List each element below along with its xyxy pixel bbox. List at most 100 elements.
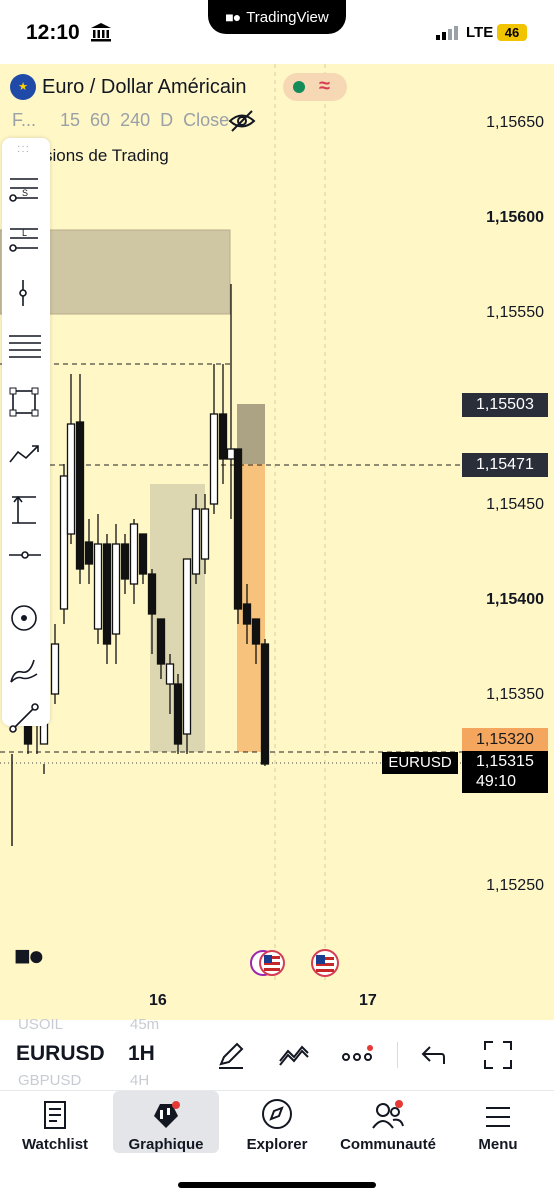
brush-icon[interactable] <box>8 656 44 692</box>
interval-selector[interactable]: 1H <box>128 1042 155 1066</box>
trend-arrow-icon[interactable] <box>8 440 44 476</box>
interval-60[interactable]: 60 <box>90 110 110 131</box>
interval-f[interactable]: F... <box>12 110 36 131</box>
candle-body <box>173 683 183 745</box>
interval-d[interactable]: D <box>160 110 173 131</box>
settings-s-icon[interactable]: S <box>8 174 44 210</box>
bar-countdown: 49:10 <box>476 773 517 790</box>
nav-label: Watchlist <box>21 1136 89 1153</box>
indicator-label[interactable]: sions de Trading <box>44 146 169 166</box>
x-tick-label: 17 <box>359 992 377 1009</box>
nav-graphique[interactable]: Graphique <box>113 1091 219 1153</box>
price-box-15471: 1,15471 <box>462 453 548 477</box>
approx-wave-icon: ≈ <box>319 75 330 97</box>
nav-label: Graphique <box>128 1136 204 1153</box>
candle-body <box>191 508 201 575</box>
tradingview-logo-icon: ■● <box>14 940 45 971</box>
trendline-icon[interactable] <box>8 702 44 738</box>
svg-text:S: S <box>22 188 28 198</box>
candle-body <box>260 643 270 765</box>
tradingview-mark-icon: ■● <box>225 9 241 25</box>
candle-body <box>120 543 130 580</box>
symbol-selector[interactable]: EURUSD <box>16 1042 105 1066</box>
nav-explorer[interactable]: Explorer <box>240 1091 314 1153</box>
candle-body <box>138 533 148 575</box>
candle-body <box>226 448 236 460</box>
interval-row: F... 15 60 240 D Close <box>12 110 229 131</box>
ios-status-bar: 12:10 ■● TradingView LTE 46 <box>0 0 554 64</box>
settings-l-icon[interactable]: L <box>8 224 44 260</box>
candle-body <box>218 413 228 460</box>
candle-body <box>59 475 69 610</box>
candle-body <box>111 543 121 635</box>
candle-body <box>75 421 85 570</box>
candle-body <box>66 423 76 535</box>
market-status-pill[interactable]: ≈ <box>283 73 347 101</box>
vertical-tick-icon[interactable] <box>8 278 44 314</box>
drag-grip-icon[interactable]: ··· ··· <box>17 142 30 157</box>
candle-body <box>84 541 94 565</box>
interval-240[interactable]: 240 <box>120 110 150 131</box>
candle-body <box>209 413 219 505</box>
home-indicator <box>178 1182 376 1188</box>
hamburger-icon <box>486 1107 510 1127</box>
candlestick-series <box>23 284 270 774</box>
nav-menu[interactable]: Menu <box>470 1091 526 1153</box>
island-app-name: TradingView <box>246 8 329 26</box>
battery-indicator: 46 <box>497 24 527 41</box>
price-chart[interactable]: ★ Euro / Dollar Américain ≈ F... 15 60 2… <box>0 64 554 1020</box>
y-tick-label: 1,15600 <box>486 209 544 226</box>
indicators-icon[interactable] <box>277 1038 311 1072</box>
chart-icon <box>154 1101 180 1128</box>
dynamic-island: ■● TradingView <box>208 0 346 34</box>
fullscreen-icon[interactable] <box>481 1038 515 1072</box>
candle-body <box>242 603 252 625</box>
drawing-toolbar: ··· ··· S L <box>2 138 50 733</box>
toolbar-divider <box>397 1042 398 1068</box>
signal-icon <box>436 26 460 45</box>
nav-communaute[interactable]: Communauté <box>334 1091 442 1153</box>
svg-text:L: L <box>22 228 27 238</box>
interval-15[interactable]: 15 <box>60 110 80 131</box>
candle-body <box>233 448 243 610</box>
y-tick-label: 1,15550 <box>486 304 544 321</box>
candle-body <box>147 573 157 615</box>
ghost-interval: 45m <box>130 1016 160 1033</box>
candle-body <box>50 643 60 695</box>
nav-label: Communauté <box>340 1136 436 1153</box>
ghost-symbol: USOIL <box>18 1016 64 1033</box>
bank-icon <box>90 22 112 47</box>
candle-body <box>102 543 112 645</box>
undo-icon[interactable] <box>416 1038 450 1072</box>
app-root: 12:10 ■● TradingView LTE 46 ★ Euro / Dol… <box>0 0 554 1199</box>
y-tick-label: 1,15350 <box>486 686 544 703</box>
symbol-header[interactable]: ★ Euro / Dollar Américain <box>10 74 247 100</box>
rectangle-icon[interactable] <box>8 386 44 422</box>
y-tick-label: 1,15400 <box>486 591 544 608</box>
interval-close[interactable]: Close <box>183 110 229 131</box>
candle-body <box>200 508 210 560</box>
candle-body <box>93 543 103 630</box>
pencil-icon[interactable] <box>214 1038 248 1072</box>
last-price: 1,15315 <box>476 753 534 770</box>
watchlist-icon <box>44 1101 66 1129</box>
compass-icon <box>262 1099 292 1129</box>
y-tick-label: 1,15450 <box>486 496 544 513</box>
chart-canvas[interactable] <box>0 64 554 1020</box>
more-options-icon[interactable] <box>340 1038 374 1072</box>
symbol-price-tag: EURUSD <box>382 752 458 774</box>
ghost-interval: 4H <box>130 1072 150 1089</box>
symbol-toolbar: USOIL 45m EURUSD 1H GBPUSD 4H <box>0 1016 554 1090</box>
last-price-box: 1,15315 49:10 <box>462 751 548 793</box>
x-tick-label: 16 <box>149 992 167 1009</box>
circle-target-icon[interactable] <box>8 602 44 638</box>
network-type: LTE <box>466 24 494 41</box>
symbol-title[interactable]: Euro / Dollar Américain <box>42 76 247 99</box>
range-measure-icon[interactable] <box>8 494 44 530</box>
price-box-15503: 1,15503 <box>462 393 548 417</box>
nav-watchlist[interactable]: Watchlist <box>16 1091 94 1153</box>
nav-label: Explorer <box>246 1136 308 1153</box>
candle-body <box>156 618 166 665</box>
horizontal-ray-icon[interactable] <box>8 548 44 584</box>
fib-lines-icon[interactable] <box>8 332 44 368</box>
